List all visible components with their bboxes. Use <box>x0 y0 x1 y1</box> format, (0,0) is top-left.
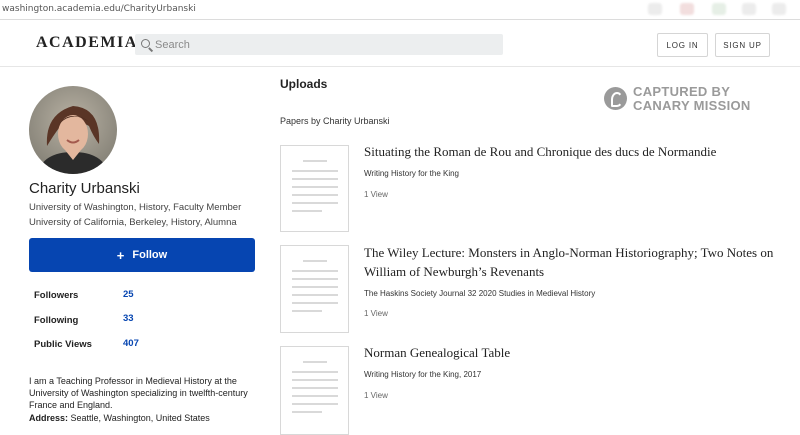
thumbnail-line <box>292 178 338 180</box>
thumbnail-line <box>292 194 338 196</box>
section-title: Uploads <box>280 77 328 91</box>
affiliation-berkeley[interactable]: University of California, Berkeley, Hist… <box>29 217 237 228</box>
stat-followers-value[interactable]: 25 <box>123 289 134 300</box>
avatar <box>29 86 117 174</box>
thumbnail-line <box>292 270 338 272</box>
profile-address: Address: Seattle, Washington, United Sta… <box>29 413 210 423</box>
site-header: ACADEMIA LOG IN SIGN UP <box>0 21 800 67</box>
stat-following-value[interactable]: 33 <box>123 313 134 324</box>
paper-thumbnail[interactable] <box>280 245 349 333</box>
thumbnail-line <box>292 302 338 304</box>
thumbnail-line <box>292 403 338 405</box>
follow-label: Follow <box>132 249 168 261</box>
signup-button[interactable]: SIGN UP <box>715 33 770 57</box>
thumbnail-line <box>303 361 327 363</box>
thumbnail-line <box>303 260 327 262</box>
academia-logo[interactable]: ACADEMIA <box>36 34 138 52</box>
paper-title[interactable]: Situating the Roman de Rou and Chronique… <box>364 142 794 161</box>
extension-icon[interactable] <box>648 3 662 15</box>
stat-followers-label[interactable]: Followers <box>34 290 78 301</box>
stat-views-label: Public Views <box>34 339 92 350</box>
plus-icon: + <box>116 247 125 263</box>
thumbnail-line <box>292 395 338 397</box>
search-input[interactable] <box>155 36 495 53</box>
search-icon <box>141 39 150 48</box>
extension-icon[interactable] <box>772 3 786 15</box>
thumbnail-line <box>292 310 322 312</box>
thumbnail-line <box>292 286 338 288</box>
thumbnail-line <box>303 160 327 162</box>
paper-thumbnail[interactable] <box>280 145 349 232</box>
thumbnail-line <box>292 411 322 413</box>
thumbnail-line <box>292 202 338 204</box>
extension-icon[interactable] <box>712 3 726 15</box>
thumbnail-line <box>292 294 338 296</box>
paper-title[interactable]: Norman Genealogical Table <box>364 343 794 362</box>
paper-views: 1 View <box>364 309 388 318</box>
thumbnail-line <box>292 379 338 381</box>
address-value: Seattle, Washington, United States <box>70 413 210 423</box>
watermark-line2: CANARY MISSION <box>633 98 751 113</box>
thumbnail-line <box>292 170 338 172</box>
url-text[interactable]: washington.academia.edu/CharityUrbanski <box>2 4 196 14</box>
avatar-photo <box>29 86 117 174</box>
thumbnail-line <box>292 186 338 188</box>
paper-views: 1 View <box>364 190 388 199</box>
thumbnail-line <box>292 278 338 280</box>
follow-button[interactable]: + Follow <box>29 238 255 272</box>
paper-views: 1 View <box>364 391 388 400</box>
address-label: Address: <box>29 413 69 423</box>
paper-subtitle: The Haskins Society Journal 32 2020 Stud… <box>364 289 596 298</box>
paper-title[interactable]: The Wiley Lecture: Monsters in Anglo-Nor… <box>364 243 794 281</box>
stat-views-value: 407 <box>123 338 139 349</box>
paper-subtitle: Writing History for the King, 2017 <box>364 370 482 379</box>
thumbnail-line <box>292 210 322 212</box>
paper-subtitle: Writing History for the King <box>364 169 459 178</box>
extension-icon[interactable] <box>680 3 694 15</box>
watermark-line1: CAPTURED BY <box>633 84 731 99</box>
profile-name: Charity Urbanski <box>29 180 140 197</box>
search-bar[interactable] <box>135 34 503 55</box>
profile-bio: I am a Teaching Professor in Medieval Hi… <box>29 376 248 410</box>
stat-following-label[interactable]: Following <box>34 315 78 326</box>
browser-url-bar[interactable]: washington.academia.edu/CharityUrbanski <box>0 0 800 20</box>
affiliation-uw[interactable]: University of Washington, History, Facul… <box>29 202 241 213</box>
papers-by-heading: Papers by Charity Urbanski <box>280 116 390 126</box>
extension-icon[interactable] <box>742 3 756 15</box>
login-button[interactable]: LOG IN <box>657 33 708 57</box>
thumbnail-line <box>292 371 338 373</box>
thumbnail-line <box>292 387 338 389</box>
paper-thumbnail[interactable] <box>280 346 349 435</box>
canary-bird-icon <box>604 87 627 110</box>
canary-mission-watermark: CAPTURED BY CANARY MISSION <box>604 84 764 114</box>
